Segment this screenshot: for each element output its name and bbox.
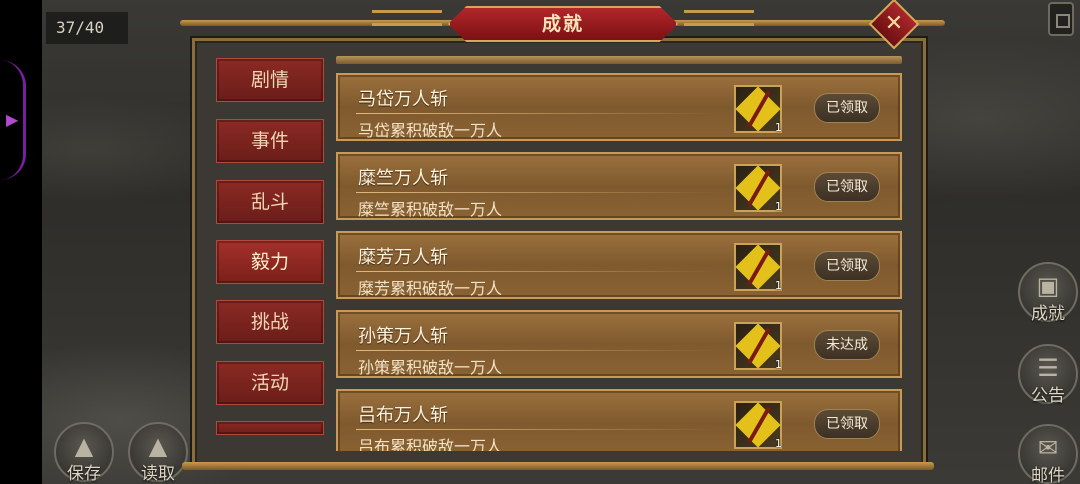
close-icon[interactable]: ✕: [876, 6, 912, 42]
tab-story[interactable]: 剧情: [216, 58, 324, 102]
card-divider: [356, 429, 716, 430]
reward-count: 1: [775, 121, 782, 134]
notice-label: 公告: [1031, 386, 1065, 406]
achievement-desc: 马岱累积破敌一万人: [358, 121, 503, 140]
tab-brawl[interactable]: 乱斗: [216, 180, 324, 224]
status-button[interactable]: 已领取: [814, 409, 880, 439]
achievement-card: 吕布万人斩 吕布累积破敌一万人 1 已领取: [336, 389, 902, 451]
achievement-name: 糜竺万人斩: [358, 168, 448, 189]
reward-item[interactable]: 1: [734, 85, 782, 134]
status-button[interactable]: 已领取: [814, 251, 880, 281]
achievement-card: 糜竺万人斩 糜竺累积破敌一万人 1 已领取: [336, 152, 902, 220]
achievement-label: 成就: [1031, 304, 1065, 324]
save-icon: ▲: [74, 432, 94, 460]
panel-bottom-trim: [182, 462, 934, 470]
title-ornament-right: [684, 10, 754, 26]
reward-count: 1: [775, 279, 782, 292]
card-divider: [356, 350, 716, 351]
tab-perseverance[interactable]: 毅力: [216, 240, 324, 284]
achievement-name: 孙策万人斩: [358, 326, 448, 347]
achievement-icon: ▣: [1036, 272, 1060, 300]
mail-icon: ✉: [1037, 434, 1059, 462]
mail-label: 邮件: [1031, 466, 1065, 484]
status-button[interactable]: 已领取: [814, 172, 880, 202]
mail-button[interactable]: ✉ 邮件: [1018, 424, 1078, 484]
reward-count: 1: [775, 358, 782, 371]
notice-button[interactable]: ☰ 公告: [1018, 344, 1078, 406]
tab-activity[interactable]: 活动: [216, 361, 324, 405]
tab-events[interactable]: 事件: [216, 119, 324, 163]
chevron-right-icon[interactable]: ▶: [6, 110, 18, 129]
scroll-icon: ☰: [1037, 354, 1059, 382]
achievement-card: 马岱万人斩 马岱累积破敌一万人 1 已领取: [336, 73, 902, 141]
achievement-card: 糜芳万人斩 糜芳累积破敌一万人 1 已领取: [336, 231, 902, 299]
save-button[interactable]: ▲ 保存: [54, 422, 114, 484]
page-title: 成就: [541, 13, 584, 35]
title-ornament-left: [372, 10, 442, 26]
window-toggle-icon[interactable]: [1048, 2, 1074, 36]
progress-counter: 37/40: [46, 12, 128, 44]
load-icon: ▲: [148, 432, 168, 460]
achievement-name: 糜芳万人斩: [358, 247, 448, 268]
achievement-card: 孙策万人斩 孙策累积破敌一万人 1 未达成: [336, 310, 902, 378]
card-divider: [356, 271, 716, 272]
achievement-name: 马岱万人斩: [358, 89, 448, 110]
status-button[interactable]: 已领取: [814, 93, 880, 123]
load-label: 读取: [141, 464, 175, 484]
list-top-trim: [336, 56, 902, 64]
achievement-name: 吕布万人斩: [358, 405, 448, 426]
status-button[interactable]: 未达成: [814, 330, 880, 360]
achievement-desc: 糜芳累积破敌一万人: [358, 279, 503, 298]
card-divider: [356, 192, 716, 193]
reward-item[interactable]: 1: [734, 401, 782, 450]
achievement-button[interactable]: ▣ 成就: [1018, 262, 1078, 324]
achievement-desc: 孙策累积破敌一万人: [358, 358, 503, 377]
tab-partial[interactable]: [216, 421, 324, 435]
achievement-desc: 糜竺累积破敌一万人: [358, 200, 503, 219]
reward-item[interactable]: 1: [734, 164, 782, 213]
save-label: 保存: [67, 464, 101, 484]
card-divider: [356, 113, 716, 114]
reward-item[interactable]: 1: [734, 243, 782, 292]
title-banner: 成就: [448, 6, 678, 42]
load-button[interactable]: ▲ 读取: [128, 422, 188, 484]
reward-count: 1: [775, 437, 782, 450]
reward-count: 1: [775, 200, 782, 213]
achievement-desc: 吕布累积破敌一万人: [358, 437, 503, 451]
achievement-list[interactable]: 马岱万人斩 马岱累积破敌一万人 1 已领取 糜竺万人斩 糜竺累积破敌一万人 1 …: [332, 68, 906, 451]
reward-item[interactable]: 1: [734, 322, 782, 371]
tab-challenge[interactable]: 挑战: [216, 300, 324, 344]
